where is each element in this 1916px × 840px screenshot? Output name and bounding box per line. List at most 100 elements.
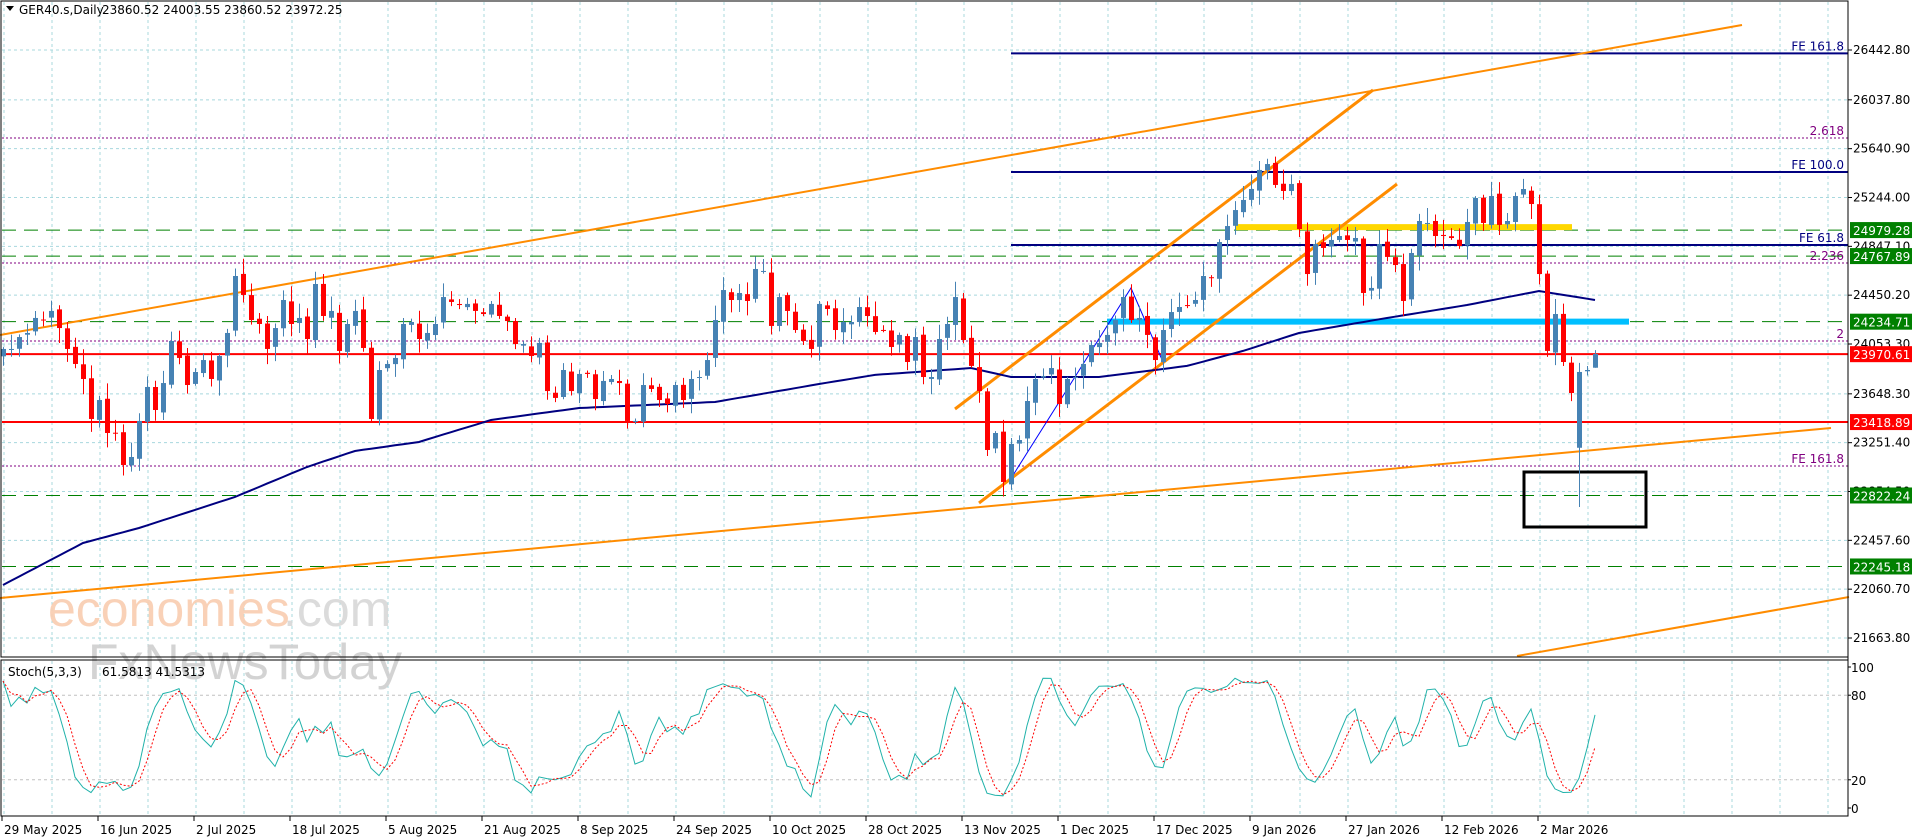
bearish-candle (369, 342, 374, 423)
candle-body (73, 346, 78, 364)
candle-body (1161, 330, 1166, 363)
watermark-brand-2: FxNewsToday (88, 634, 402, 690)
candle-body (265, 323, 270, 349)
candle-body (569, 371, 574, 392)
candle-body (1329, 239, 1334, 247)
candle-body (1081, 363, 1086, 376)
candle-body (177, 341, 182, 358)
candle-body (1201, 275, 1206, 300)
price-tick-label: 22060.70 (1853, 582, 1910, 596)
candle-body (793, 311, 798, 331)
watermark-brand-suffix: .com (283, 581, 391, 637)
time-tick-label: 16 Jun 2025 (100, 823, 172, 837)
candle-body (153, 387, 158, 410)
candle-body (1001, 431, 1006, 482)
candle-body (89, 378, 94, 419)
candle-body (697, 377, 702, 379)
candle-body (1465, 221, 1470, 246)
candle-body (369, 347, 374, 419)
candle-body (345, 323, 350, 352)
candle-body (1137, 317, 1142, 321)
candle-body (529, 346, 534, 356)
candle-body (1121, 297, 1126, 318)
price-chart[interactable]: FE 161.8FE 100.0FE 61.82.6182.2362FE 161… (0, 0, 1916, 840)
candle-body (817, 303, 822, 347)
candle-body (977, 367, 982, 392)
candle-body (585, 372, 590, 374)
bullish-candle (1409, 248, 1414, 306)
candle-body (497, 304, 502, 316)
time-tick-label: 24 Sep 2025 (676, 823, 752, 837)
candle-body (105, 398, 110, 433)
candle-body (425, 332, 430, 341)
candle-body (193, 371, 198, 384)
candle-body (1145, 315, 1150, 335)
candle-body (577, 373, 582, 394)
time-tick-label: 27 Jan 2026 (1348, 823, 1420, 837)
candle-body (929, 377, 934, 379)
bullish-candle (777, 293, 782, 332)
time-tick-label: 9 Jan 2026 (1252, 823, 1316, 837)
candle-body (1217, 242, 1222, 279)
candle-body (433, 323, 438, 336)
candle-body (185, 355, 190, 386)
candle-body (937, 338, 942, 380)
candle-body (1337, 236, 1342, 240)
stoch-tick-label: 80 (1851, 689, 1866, 703)
bullish-candle (377, 361, 382, 426)
candle-body (945, 323, 950, 338)
candle-body (1153, 337, 1158, 361)
candle-body (305, 316, 310, 339)
candle-body (1177, 307, 1182, 312)
candle-body (1289, 183, 1294, 191)
bullish-candle (1065, 376, 1070, 409)
candle-body (969, 337, 974, 366)
candle-body (329, 310, 334, 318)
candle-body (721, 290, 726, 322)
time-tick-label: 2 Jul 2025 (196, 823, 256, 837)
candle-body (1009, 443, 1014, 485)
candle-body (745, 294, 750, 301)
bullish-candle (1009, 437, 1014, 490)
candle-body (465, 303, 470, 308)
time-tick-label: 21 Aug 2025 (484, 823, 561, 837)
candle-body (1417, 221, 1422, 256)
candle-body (1265, 164, 1270, 171)
candle-body (1505, 221, 1510, 225)
candle-body (233, 275, 238, 331)
candle-body (1561, 313, 1566, 363)
candle-body (17, 337, 22, 349)
candle-body (1193, 299, 1198, 304)
candle-body (545, 342, 550, 392)
candle-body (521, 344, 526, 346)
candle-body (1129, 296, 1134, 321)
candle-body (81, 364, 86, 379)
candle-body (1225, 226, 1230, 241)
candle-body (1377, 244, 1382, 289)
bearish-candle (921, 326, 926, 385)
candle-body (1297, 183, 1302, 229)
candle-body (849, 322, 854, 325)
candle-body (65, 328, 70, 349)
price-level-badge-text: 23418.89 (1853, 416, 1910, 430)
candle-body (1441, 234, 1446, 237)
chart-background (0, 0, 1916, 840)
candle-body (241, 273, 246, 295)
candle-body (289, 301, 294, 324)
candle-body (801, 329, 806, 341)
candle-body (1033, 378, 1038, 403)
time-tick-label: 18 Jul 2025 (292, 823, 360, 837)
candle-body (633, 420, 638, 422)
candle-body (97, 400, 102, 420)
candle-body (113, 432, 118, 434)
candle-body (209, 360, 214, 379)
candle-body (769, 272, 774, 326)
candle-body (377, 370, 382, 420)
price-level-badge-text: 24979.28 (1853, 224, 1910, 238)
candle-body (481, 312, 486, 315)
candle-body (217, 355, 222, 381)
candle-body (1025, 401, 1030, 439)
candle-body (169, 340, 174, 385)
candle-body (665, 398, 670, 404)
fib-level-label: 2.618 (1810, 124, 1844, 138)
